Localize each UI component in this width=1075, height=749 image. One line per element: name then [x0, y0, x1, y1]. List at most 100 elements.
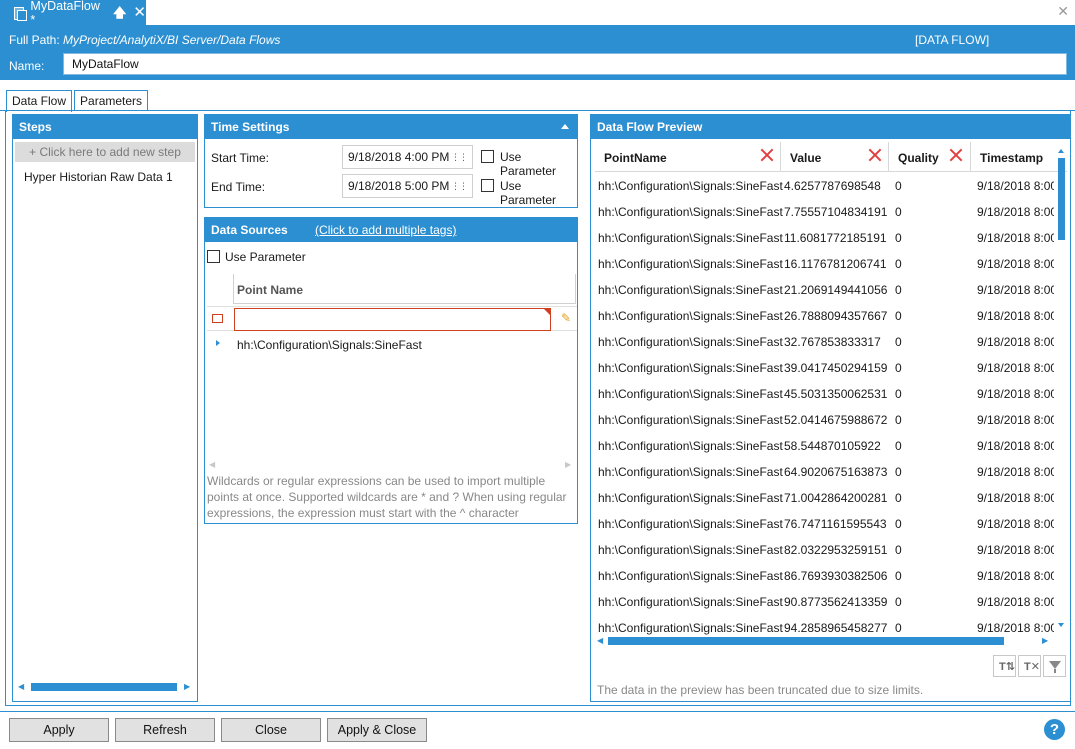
- cell-quality: 0: [895, 361, 902, 375]
- cell-quality: 0: [895, 335, 902, 349]
- table-row[interactable]: hh:\Configuration\Signals:SineFast 39.041…: [595, 355, 1054, 381]
- cell-pointname: hh:\Configuration\Signals:SineFast: [598, 179, 783, 193]
- table-row[interactable]: hh:\Configuration\Signals:SineFast 4.6257…: [595, 173, 1054, 199]
- close-tab-icon[interactable]: ✕: [133, 5, 146, 20]
- cell-value: 21.2069149441056: [784, 283, 888, 297]
- table-row[interactable]: hh:\Configuration\Signals:SineFast 32.767…: [595, 329, 1054, 355]
- cell-pointname: hh:\Configuration\Signals:SineFast: [598, 439, 783, 453]
- name-input[interactable]: [63, 53, 1067, 75]
- clear-column-icon[interactable]: [760, 148, 774, 162]
- data-sources-panel: Data Sources (Click to add multiple tags…: [204, 217, 578, 524]
- add-columns-button[interactable]: T⇅: [993, 655, 1016, 677]
- document-tab-strip: MyDataFlow * 🡅 ✕ ✕: [0, 0, 1075, 27]
- table-row[interactable]: hh:\Configuration\Signals:SineFast 21.206…: [595, 277, 1054, 303]
- table-row[interactable]: hh:\Configuration\Signals:SineFast 45.503…: [595, 381, 1054, 407]
- calendar-icon[interactable]: ⋮⋮⋮: [443, 146, 468, 168]
- scroll-left-icon[interactable]: ◀: [597, 636, 603, 645]
- help-icon[interactable]: ?: [1044, 719, 1065, 740]
- tag-browse-icon[interactable]: ✎: [561, 312, 573, 324]
- start-use-parameter-checkbox[interactable]: [481, 150, 494, 163]
- calendar-icon[interactable]: ⋮⋮⋮: [443, 175, 468, 197]
- table-row[interactable]: hh:\Configuration\Signals:SineFast 82.032…: [595, 537, 1054, 563]
- cell-pointname: hh:\Configuration\Signals:SineFast: [598, 413, 783, 427]
- collapse-icon[interactable]: [561, 124, 569, 129]
- table-row[interactable]: hh:\Configuration\Signals:SineFast 58.544…: [595, 433, 1054, 459]
- data-flow-icon: [12, 6, 28, 21]
- table-row[interactable]: hh:\Configuration\Signals:SineFast 26.788…: [595, 303, 1054, 329]
- table-row[interactable]: hh:\Configuration\Signals:SineFast 71.004…: [595, 485, 1054, 511]
- cell-quality: 0: [895, 387, 902, 401]
- cell-quality: 0: [895, 205, 902, 219]
- column-header-quality[interactable]: Quality: [889, 142, 971, 171]
- cell-pointname: hh:\Configuration\Signals:SineFast: [598, 205, 783, 219]
- remove-columns-button[interactable]: T✕: [1018, 655, 1041, 677]
- expand-icon[interactable]: [216, 340, 220, 346]
- steps-horizontal-scrollbar[interactable]: [31, 683, 177, 691]
- point-name-input[interactable]: [234, 308, 551, 331]
- scroll-left-icon[interactable]: ◀: [18, 682, 24, 691]
- column-header-value[interactable]: Value: [781, 142, 889, 171]
- cell-timestamp: 9/18/2018 8:00: [977, 439, 1054, 453]
- cell-value: 76.7471161595543: [784, 517, 887, 531]
- clear-column-icon[interactable]: [949, 148, 963, 162]
- cell-quality: 0: [895, 439, 902, 453]
- scroll-up-icon[interactable]: [1058, 149, 1064, 153]
- end-use-parameter-checkbox[interactable]: [481, 179, 494, 192]
- close-window-icon[interactable]: ✕: [1057, 3, 1069, 20]
- add-step-button[interactable]: + Click here to add new step: [15, 142, 195, 162]
- preview-vertical-scrollbar[interactable]: [1058, 158, 1065, 240]
- apply-close-button[interactable]: Apply & Close: [327, 718, 427, 742]
- table-row[interactable]: hh:\Configuration\Signals:SineFast 52.041…: [595, 407, 1054, 433]
- add-columns-icon: T⇅: [999, 661, 1015, 673]
- full-path-label: Full Path:: [9, 33, 60, 47]
- column-header-timestamp[interactable]: Timestamp: [971, 142, 1067, 171]
- table-row[interactable]: hh:\Configuration\Signals:SineFast 90.877…: [595, 589, 1054, 615]
- cell-value: 58.544870105922: [784, 439, 881, 453]
- scroll-right-icon[interactable]: ▶: [565, 460, 571, 469]
- table-row[interactable]: hh:\Configuration\Signals:SineFast 16.117…: [595, 251, 1054, 277]
- cell-quality: 0: [895, 465, 902, 479]
- filter-button[interactable]: [1043, 655, 1066, 677]
- cell-pointname: hh:\Configuration\Signals:SineFast: [598, 543, 783, 557]
- list-item[interactable]: hh:\Configuration\Signals:SineFast: [207, 336, 577, 356]
- cell-quality: 0: [895, 621, 902, 635]
- pin-icon[interactable]: 🡅: [113, 6, 126, 19]
- cell-timestamp: 9/18/2018 8:00: [977, 309, 1054, 323]
- table-row[interactable]: hh:\Configuration\Signals:SineFast 86.769…: [595, 563, 1054, 589]
- cell-value: 86.7693930382506: [784, 569, 888, 583]
- document-tab-title: MyDataFlow *: [30, 0, 100, 27]
- point-name-column-header[interactable]: Point Name: [233, 274, 576, 304]
- scroll-right-icon[interactable]: ▶: [1042, 636, 1048, 645]
- truncated-note: The data in the preview has been truncat…: [597, 683, 924, 697]
- cell-quality: 0: [895, 595, 902, 609]
- scroll-down-icon[interactable]: [1058, 623, 1064, 627]
- scroll-left-icon[interactable]: ◀: [209, 460, 215, 469]
- end-time-picker[interactable]: 9/18/2018 5:00 PM ⋮⋮⋮: [342, 174, 473, 198]
- sources-use-parameter-checkbox[interactable]: [207, 250, 220, 263]
- column-header-pointname[interactable]: PointName: [595, 142, 781, 171]
- cell-quality: 0: [895, 309, 902, 323]
- time-settings-panel: Time Settings Start Time: 9/18/2018 4:00…: [204, 114, 578, 208]
- close-button[interactable]: Close: [221, 718, 321, 742]
- cell-value: 11.6081772185191: [784, 231, 887, 245]
- table-row[interactable]: hh:\Configuration\Signals:SineFast 7.7555…: [595, 199, 1054, 225]
- apply-button[interactable]: Apply: [9, 718, 109, 742]
- start-time-value: 9/18/2018 4:00 PM: [348, 150, 450, 164]
- start-time-picker[interactable]: 9/18/2018 4:00 PM ⋮⋮⋮: [342, 145, 473, 169]
- tab-parameters[interactable]: Parameters: [74, 90, 149, 111]
- end-use-parameter-label: Use Parameter: [500, 179, 557, 207]
- refresh-button[interactable]: Refresh: [115, 718, 215, 742]
- cell-value: 7.75557104834191: [784, 205, 888, 219]
- preview-horizontal-scrollbar[interactable]: [608, 637, 1004, 645]
- tab-data-flow[interactable]: Data Flow: [6, 90, 73, 112]
- start-time-label: Start Time:: [211, 151, 270, 165]
- table-row[interactable]: hh:\Configuration\Signals:SineFast 76.747…: [595, 511, 1054, 537]
- table-row[interactable]: hh:\Configuration\Signals:SineFast 11.608…: [595, 225, 1054, 251]
- cell-pointname: hh:\Configuration\Signals:SineFast: [598, 491, 783, 505]
- clear-column-icon[interactable]: [868, 148, 882, 162]
- add-multiple-tags-link[interactable]: (Click to add multiple tags): [315, 223, 456, 237]
- document-tab[interactable]: MyDataFlow * 🡅 ✕: [0, 0, 146, 27]
- table-row[interactable]: hh:\Configuration\Signals:SineFast 64.902…: [595, 459, 1054, 485]
- scroll-right-icon[interactable]: ▶: [184, 682, 190, 691]
- step-item[interactable]: Hyper Historian Raw Data 1: [13, 162, 197, 184]
